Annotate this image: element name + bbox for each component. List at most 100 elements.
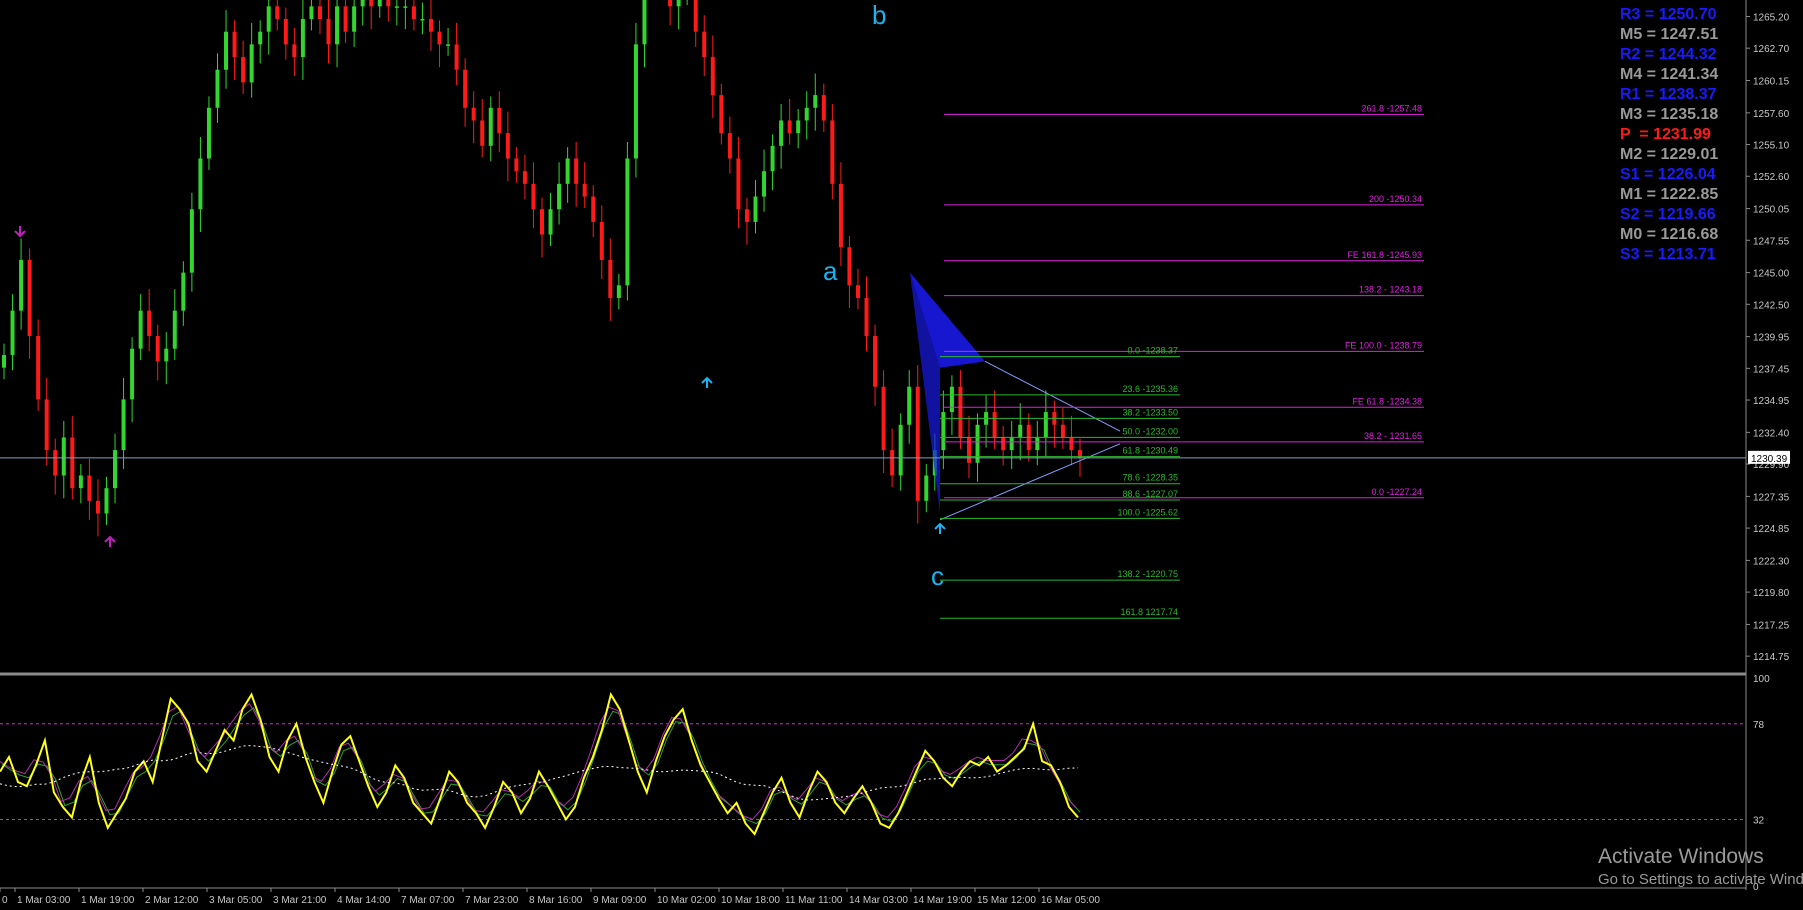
candle-body [1035, 437, 1040, 451]
price-tick-label: 1219.80 [1753, 588, 1790, 599]
candle-body [779, 120, 784, 146]
candle-body [446, 44, 451, 46]
candle-body [266, 6, 271, 32]
pivot-m0: M0 = 1216.68 [1620, 226, 1719, 243]
price-tick-label: 1247.55 [1753, 236, 1790, 247]
time-tick-label: 1 Mar 19:00 [81, 895, 135, 906]
fib-green-label: 88.6 -1227.07 [1122, 489, 1178, 499]
up-arrow-icon [701, 376, 713, 388]
candle-body [1069, 437, 1074, 451]
time-tick-label: 10 Mar 02:00 [657, 895, 716, 906]
candle-body [113, 450, 118, 489]
candle-body [873, 336, 878, 387]
candle-body [480, 120, 485, 146]
candle-body [87, 475, 92, 501]
candle-body [352, 6, 357, 32]
candle-body [36, 336, 41, 400]
time-tick-label: 3 Mar 21:00 [273, 895, 327, 906]
candle-body [1009, 437, 1014, 451]
time-tick-label: 2 Mar 12:00 [145, 895, 199, 906]
chart-canvas: 261.8 -1257.48 200 -1250.34 FE 161.8 -1245… [0, 0, 1790, 906]
time-tick-label: 8 Mar 16:00 [529, 895, 583, 906]
candle-body [540, 209, 544, 235]
time-tick-label: 11 Mar 11:00 [785, 895, 843, 906]
candle-body [796, 120, 801, 134]
candle-body [232, 31, 237, 58]
pivot-m3: M3 = 1235.18 [1620, 106, 1719, 123]
candle-body [70, 437, 75, 489]
time-tick-label: 16 Mar 05:00 [1041, 895, 1100, 906]
candle-body [864, 297, 869, 336]
oscillator-tick-label: 32 [1753, 815, 1765, 826]
candle-body [394, 6, 399, 8]
candle-body [574, 158, 579, 184]
candle-body [300, 19, 305, 58]
price-tick-label: 1255.10 [1753, 141, 1790, 152]
price-tick-label: 1217.25 [1753, 620, 1790, 631]
price-tick-label: 1232.40 [1753, 428, 1790, 439]
pivot-m2: M2 = 1229.01 [1620, 146, 1719, 163]
candle-body [386, 0, 391, 7]
time-tick-label: 14 Mar 03:00 [849, 895, 908, 906]
candle-body [138, 310, 143, 349]
candle-body [317, 6, 322, 20]
candle-body [958, 386, 963, 438]
fib-magenta-label: FE 100.0 - 1238.79 [1345, 340, 1422, 350]
candle-body [548, 209, 553, 235]
candle-body [582, 183, 587, 197]
candle-body [2, 355, 6, 368]
candle-body [881, 386, 886, 451]
fib-green-label: 50.0 -1232.00 [1122, 426, 1178, 436]
candle-body [616, 285, 621, 298]
price-panel: 261.8 -1257.48 200 -1250.34 FE 161.8 -1245… [0, 0, 1746, 619]
candle-body [224, 31, 229, 70]
candle-body [258, 31, 263, 45]
candle-body [633, 44, 638, 159]
candle-body [164, 348, 169, 362]
down-arrow-icon [14, 226, 26, 238]
fib-green-label: 0.0 -1238.37 [1127, 346, 1178, 356]
candle-body [966, 437, 971, 463]
price-tick-label: 1265.20 [1753, 12, 1790, 23]
pivot-r2: R2 = 1244.32 [1620, 46, 1717, 63]
candle-body [838, 183, 843, 248]
candle-body [471, 107, 476, 121]
wave-label-c: c [931, 561, 944, 591]
fib-magenta-label: FE 161.8 -1245.93 [1347, 250, 1422, 260]
fib-green-label: 161.8 1217.74 [1120, 607, 1178, 617]
pivot-r3: R3 = 1250.70 [1620, 6, 1717, 23]
candle-body [676, 0, 681, 7]
time-tick-label: 15 Mar 12:00 [977, 895, 1036, 906]
candle-body [531, 183, 536, 210]
price-tick-label: 1234.95 [1753, 396, 1790, 407]
candle-body [1060, 424, 1065, 438]
candle-body [514, 158, 519, 172]
time-tick-label: 0 [2, 895, 8, 906]
time-tick-label: 7 Mar 23:00 [465, 895, 519, 906]
candle-body [949, 386, 954, 413]
candle-body [343, 6, 348, 32]
time-tick-label: 4 Mar 14:00 [337, 895, 391, 906]
candle-body [522, 171, 527, 184]
price-tick-label: 1242.50 [1753, 300, 1790, 311]
candle-body [565, 158, 570, 184]
candle-body [488, 107, 493, 146]
time-tick-label: 10 Mar 18:00 [721, 895, 780, 906]
oscillator-panel [0, 692, 1746, 836]
candle-body [744, 209, 749, 222]
candle-body [727, 133, 732, 159]
candle-body [625, 158, 630, 286]
candle-body [104, 488, 109, 514]
fib-magenta-label: 38.2 - 1231.65 [1364, 431, 1422, 441]
candle-body [61, 437, 66, 476]
candle-body [403, 6, 408, 8]
fib-green-label: 38.2 -1233.50 [1122, 407, 1178, 417]
candle-body [907, 386, 912, 425]
candle-body [497, 107, 502, 134]
price-tick-label: 1239.95 [1753, 333, 1790, 344]
fib-green-label: 100.0 -1225.62 [1117, 507, 1178, 517]
candle-body [215, 69, 220, 108]
candle-body [813, 95, 818, 108]
axes: 1265.20 1262.70 1260.15 1257.60 1255.10 1252.… [0, 0, 1790, 906]
oscillator-main-line [0, 692, 1079, 836]
